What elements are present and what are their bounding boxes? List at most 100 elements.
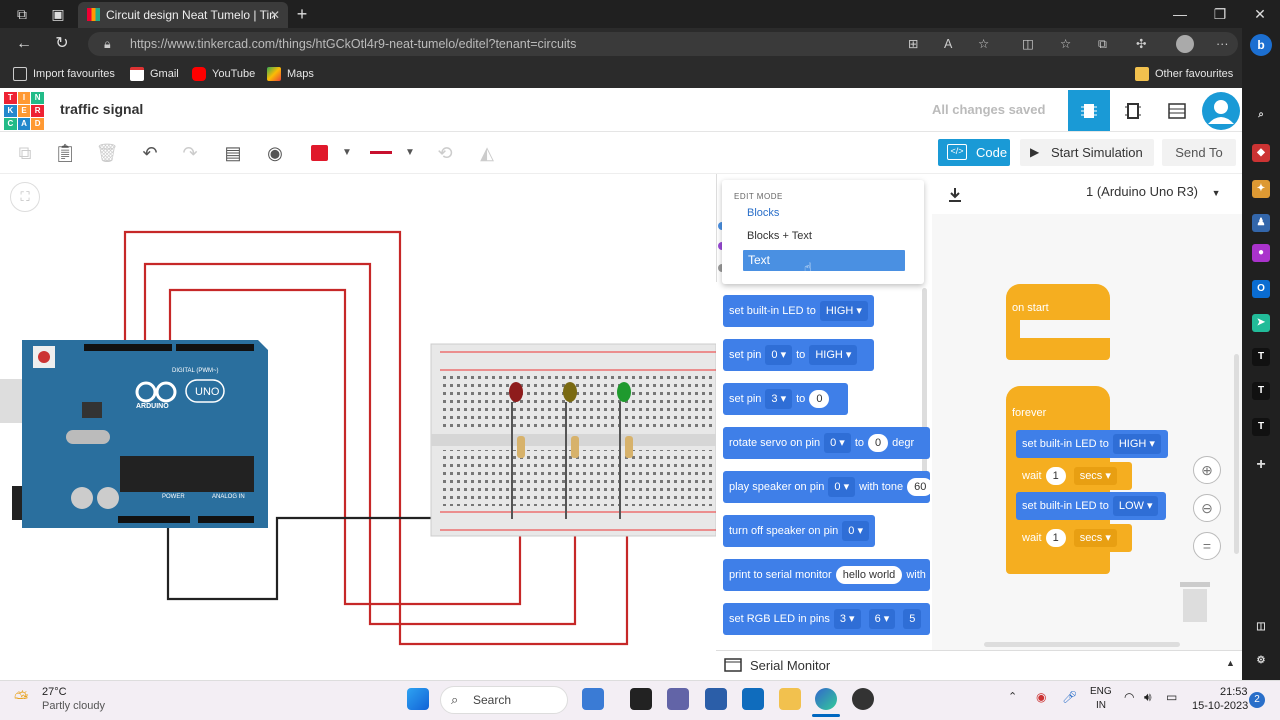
rotate-icon[interactable]: ⟲ <box>432 140 458 166</box>
fav-gmail[interactable]: Gmail <box>130 66 179 82</box>
circuit-canvas[interactable]: ⛶ DIGITAL (PWM~) UNO ARDUINO POWER ANALO… <box>0 174 716 680</box>
wait-value[interactable]: 1 <box>1045 529 1066 547</box>
taskbar-search[interactable]: ⌕ Search <box>440 686 568 714</box>
extensions-icon[interactable]: ✣ <box>1136 32 1146 56</box>
outlook-icon[interactable]: O <box>1252 280 1270 298</box>
dropdown[interactable]: 5 <box>903 609 922 629</box>
profile-avatar-icon[interactable] <box>1176 35 1194 53</box>
palette-block-servo[interactable]: rotate servo on pin 0 ▾ to 0 degr <box>723 427 930 459</box>
store-icon[interactable] <box>705 688 727 710</box>
refresh-icon[interactable]: ↻ <box>48 30 76 58</box>
favorites-icon[interactable]: ☆ <box>1060 32 1071 56</box>
palette-block-set-pin-analog[interactable]: set pin 3 ▾ to 0 <box>723 383 848 415</box>
read-aloud-icon[interactable]: A <box>944 32 952 56</box>
palette-block-rgb-led[interactable]: set RGB LED in pins 3 ▾ 6 ▾ 5 <box>723 603 930 635</box>
num-input[interactable]: 60 <box>907 478 930 496</box>
wait-block-2[interactable]: wait 1 secs ▾ <box>1016 524 1132 552</box>
chevron-down-icon[interactable]: ▼ <box>397 140 423 166</box>
project-title[interactable]: traffic signal <box>60 101 143 117</box>
zoom-out-icon[interactable]: ⊖ <box>1193 494 1221 522</box>
component-list-button[interactable] <box>1156 90 1198 131</box>
dropdown[interactable]: 3 ▾ <box>765 389 793 409</box>
reset-zoom-icon[interactable]: = <box>1193 532 1221 560</box>
text-input[interactable]: hello world <box>835 566 903 584</box>
mirror-icon[interactable]: ◭ <box>474 140 500 166</box>
app-icon-1[interactable]: T <box>1252 348 1270 366</box>
set-led-high-block[interactable]: set built-in LED to HIGH ▾ <box>1016 430 1168 458</box>
copilot-icon[interactable]: ● <box>1252 244 1270 262</box>
undo-icon[interactable]: ↶ <box>137 140 163 166</box>
app-icon[interactable] <box>852 688 874 710</box>
edge-icon[interactable] <box>815 688 837 710</box>
dropdown[interactable]: 0 ▾ <box>765 345 793 365</box>
wait-value[interactable]: 1 <box>1045 467 1066 485</box>
sidebar-toggle-icon[interactable]: ◫ <box>1252 618 1270 636</box>
zoom-in-icon[interactable]: ⊕ <box>1193 456 1221 484</box>
lang-code[interactable]: ENG <box>1090 686 1112 697</box>
collections-icon[interactable]: ⧉ <box>1098 32 1107 56</box>
palette-block-builtin-led[interactable]: set built-in LED to HIGH ▾ <box>723 295 874 327</box>
security-icon[interactable]: ◉ <box>1036 690 1046 704</box>
wait-block-1[interactable]: wait 1 secs ▾ <box>1016 462 1132 490</box>
bing-icon[interactable]: b <box>1250 34 1272 56</box>
chevron-up-icon[interactable]: ▲ <box>1226 658 1235 668</box>
split-screen-icon[interactable]: ◫ <box>1022 32 1034 56</box>
wire-style-icon[interactable] <box>370 151 392 154</box>
edit-mode-option-text[interactable]: Text <box>743 250 905 271</box>
set-led-low-block[interactable]: set built-in LED to LOW ▾ <box>1016 492 1166 520</box>
games-icon[interactable]: ♟ <box>1252 214 1270 232</box>
edit-mode-option-blocks-text[interactable]: Blocks + Text <box>747 230 812 242</box>
search-icon[interactable]: ⌕ <box>1252 106 1270 124</box>
address-bar[interactable]: 🔒︎ https://www.tinkercad.com/things/htGC… <box>88 32 1238 56</box>
minimize-icon[interactable]: — <box>1166 0 1194 28</box>
file-explorer-icon[interactable] <box>779 688 801 710</box>
dropdown[interactable]: HIGH ▾ <box>819 301 868 321</box>
send-icon[interactable]: ➤ <box>1252 314 1270 332</box>
mail-icon[interactable] <box>742 688 764 710</box>
weather-icon[interactable]: ⛅︎ <box>14 688 28 709</box>
device-selector[interactable]: 1 (Arduino Uno R3) ▼ <box>1086 184 1221 199</box>
code-button[interactable]: </> Code <box>938 139 1010 166</box>
paste-icon[interactable]: 📋︎ <box>52 140 78 166</box>
tinkercad-logo[interactable]: TIN KER CAD <box>4 92 44 130</box>
palette-block-serial-print[interactable]: print to serial monitor hello world with <box>723 559 930 591</box>
redo-icon[interactable]: ↷ <box>177 140 203 166</box>
trash-icon[interactable] <box>1178 580 1212 624</box>
delete-icon[interactable]: 🗑︎ <box>94 140 120 166</box>
unit-dropdown[interactable]: secs ▾ <box>1073 529 1117 547</box>
mic-icon[interactable]: 🎤︎ <box>1062 690 1077 704</box>
browser-tab[interactable]: Circuit design Neat Tumelo | Tin ✕ <box>78 2 288 28</box>
fav-youtube[interactable]: YouTube <box>192 66 255 82</box>
windows-start-icon[interactable] <box>407 688 429 710</box>
fav-maps[interactable]: Maps <box>267 66 314 82</box>
tab-actions-icon[interactable]: ▣ <box>44 0 72 28</box>
color-swatch[interactable] <box>311 145 328 161</box>
dropdown[interactable]: 3 ▾ <box>833 609 861 629</box>
favorite-star-icon[interactable]: ☆ <box>978 32 989 56</box>
workspaces-icon[interactable]: ⧉ <box>8 0 36 28</box>
task-app-icon[interactable] <box>582 688 604 710</box>
user-avatar[interactable] <box>1200 90 1242 131</box>
horizontal-scrollbar[interactable] <box>984 642 1180 647</box>
copy-icon[interactable]: ⧉ <box>12 140 38 166</box>
close-window-icon[interactable]: ✕ <box>1246 0 1274 28</box>
add-sidebar-icon[interactable]: + <box>1252 456 1270 474</box>
palette-block-speaker[interactable]: play speaker on pin 0 ▾ with tone 60 <box>723 471 930 503</box>
settings-gear-icon[interactable]: ⚙ <box>1252 652 1270 670</box>
send-to-button[interactable]: Send To <box>1162 139 1236 166</box>
edit-mode-option-blocks[interactable]: Blocks <box>747 207 779 219</box>
on-start-block[interactable]: on start <box>1006 284 1110 360</box>
chevron-up-icon[interactable]: ⌃ <box>1008 690 1017 703</box>
start-simulation-button[interactable]: ▶ Start Simulation <box>1020 139 1154 166</box>
vertical-scrollbar[interactable] <box>1234 354 1239 554</box>
led-value-dropdown[interactable]: HIGH ▾ <box>1112 434 1161 454</box>
app-icon-3[interactable]: T <box>1252 418 1270 436</box>
tools-icon[interactable]: ✦ <box>1252 180 1270 198</box>
fav-import[interactable]: Import favourites <box>13 66 115 82</box>
dropdown[interactable]: 0 ▾ <box>842 521 869 541</box>
restore-icon[interactable]: ❐ <box>1206 0 1234 28</box>
schematic-view-button[interactable] <box>1112 90 1154 131</box>
battery-icon[interactable]: ▭ <box>1166 690 1177 704</box>
led-value-dropdown[interactable]: LOW ▾ <box>1112 496 1159 516</box>
dropdown[interactable]: HIGH ▾ <box>809 345 858 365</box>
